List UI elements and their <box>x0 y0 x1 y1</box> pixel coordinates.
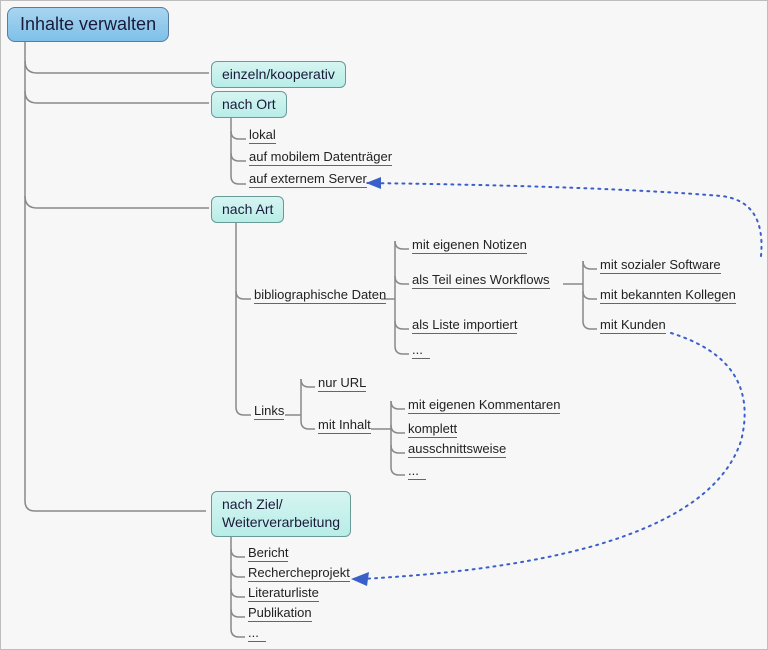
leaf-nur-url[interactable]: nur URL <box>318 375 366 392</box>
root-title: Inhalte verwalten <box>20 14 156 34</box>
label: einzeln/kooperativ <box>222 66 335 82</box>
leaf-mit-bekannten-kollegen[interactable]: mit bekannten Kollegen <box>600 287 736 304</box>
leaf-mit-sozialer-software[interactable]: mit sozialer Software <box>600 257 721 274</box>
leaf-komplett[interactable]: komplett <box>408 421 457 438</box>
node-nach-ziel[interactable]: nach Ziel/ Weiterverarbeitung <box>211 491 351 537</box>
leaf-extern[interactable]: auf externem Server <box>249 171 367 188</box>
leaf-inhalt-more[interactable]: ... <box>408 463 426 480</box>
leaf-bib-more[interactable]: ... <box>412 342 430 359</box>
leaf-publikation[interactable]: Publikation <box>248 605 312 622</box>
leaf-mit-inhalt[interactable]: mit Inhalt <box>318 417 371 434</box>
leaf-mobil[interactable]: auf mobilem Datenträger <box>249 149 392 166</box>
leaf-ausschnittsweise[interactable]: ausschnittsweise <box>408 441 506 458</box>
node-nach-ort[interactable]: nach Ort <box>211 91 287 118</box>
root-node[interactable]: Inhalte verwalten <box>7 7 169 42</box>
label-line2: Weiterverarbeitung <box>222 514 340 530</box>
leaf-als-liste-importiert[interactable]: als Liste importiert <box>412 317 517 334</box>
node-nach-art[interactable]: nach Art <box>211 196 284 223</box>
leaf-literaturliste[interactable]: Literaturliste <box>248 585 319 602</box>
label: nach Ort <box>222 96 276 112</box>
leaf-links[interactable]: Links <box>254 403 284 420</box>
leaf-mit-eigenen-notizen[interactable]: mit eigenen Notizen <box>412 237 527 254</box>
leaf-bericht[interactable]: Bericht <box>248 545 288 562</box>
leaf-mit-eigenen-kommentaren[interactable]: mit eigenen Kommentaren <box>408 397 560 414</box>
mindmap-canvas: Inhalte verwalten einzeln/kooperativ nac… <box>0 0 768 650</box>
label: nach Art <box>222 201 273 217</box>
leaf-rechercheprojekt[interactable]: Rechercheprojekt <box>248 565 350 582</box>
leaf-als-teil-workflows[interactable]: als Teil eines Workflows <box>412 272 550 289</box>
leaf-bibliographische-daten[interactable]: bibliographische Daten <box>254 287 386 304</box>
node-einzeln-kooperativ[interactable]: einzeln/kooperativ <box>211 61 346 88</box>
leaf-lokal[interactable]: lokal <box>249 127 276 144</box>
leaf-mit-kunden[interactable]: mit Kunden <box>600 317 666 334</box>
leaf-ziel-more[interactable]: ... <box>248 625 266 642</box>
label-line1: nach Ziel/ <box>222 496 283 512</box>
